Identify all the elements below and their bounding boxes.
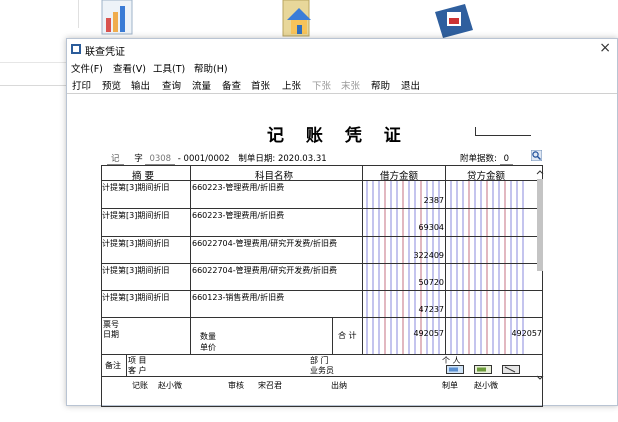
remark-label: 备注 <box>105 361 121 370</box>
entry-summary[interactable]: 计提第[3]期间折旧 <box>102 210 169 221</box>
col-account-header: 科目名称 <box>255 171 294 182</box>
query-button[interactable]: 查询 <box>162 78 181 92</box>
home-app-icon[interactable] <box>277 0 321 38</box>
col-summary-header: 摘 要 <box>132 171 155 182</box>
voucher-corner-mark <box>475 127 531 136</box>
finance-app-icon[interactable] <box>431 0 475 38</box>
col-debit-header: 借方金额 <box>380 171 419 182</box>
attachment-icon[interactable] <box>502 365 520 374</box>
window-title: 联查凭证 <box>85 47 125 58</box>
entry-summary[interactable]: 计提第[3]期间折旧 <box>102 265 169 276</box>
voucher-window: 联查凭证 × 文件(F) 查看(V) 工具(T) 帮助(H) 打印 预览 输出 … <box>66 38 618 407</box>
search-icon[interactable] <box>531 150 542 161</box>
booker-name: 赵小微 <box>158 381 182 390</box>
auditor-name: 宋召君 <box>258 381 282 390</box>
desktop-divider <box>78 0 79 28</box>
attachment-count-field[interactable]: 0 <box>499 154 513 165</box>
voucher-zi-label: 字 <box>134 154 143 164</box>
export-button[interactable]: 输出 <box>131 78 150 92</box>
prev-page-button[interactable]: 上张 <box>282 78 301 92</box>
detail-icon[interactable] <box>474 365 492 374</box>
entry-debit[interactable]: 50720 <box>364 278 444 287</box>
maker-label: 制单 <box>442 381 458 390</box>
app-window-icon <box>71 44 81 54</box>
entry-summary[interactable]: 计提第[3]期间折旧 <box>102 182 169 193</box>
entry-summary[interactable]: 计提第[3]期间折旧 <box>102 238 169 249</box>
cash-flow-button[interactable]: 流量 <box>192 78 211 92</box>
backup-button[interactable]: 备查 <box>222 78 241 92</box>
voucher-title: 记 账 凭 证 <box>267 126 409 146</box>
title-bar: 联查凭证 × <box>67 39 617 59</box>
help-button[interactable]: 帮助 <box>371 78 390 92</box>
vertical-scrollbar[interactable] <box>535 167 545 383</box>
entry-debit[interactable]: 47237 <box>364 305 444 314</box>
toolbar: 打印 预览 输出 查询 流量 备查 首张 上张 下张 末张 帮助 退出 <box>67 76 617 94</box>
menu-tools[interactable]: 工具(T) <box>153 61 185 75</box>
customer-label: 客 户 <box>128 366 147 375</box>
total-credit: 492057 <box>511 329 542 338</box>
bill-date-label: 日期 <box>103 330 119 339</box>
entry-account[interactable]: 66022704-管理费用/研究开发费/折旧费 <box>192 265 337 276</box>
exit-button[interactable]: 退出 <box>401 78 420 92</box>
entry-debit[interactable]: 322409 <box>364 251 444 260</box>
col-credit-header: 贷方金额 <box>467 171 506 182</box>
close-icon[interactable]: × <box>599 40 611 56</box>
voucher-number-field[interactable]: 0308 <box>145 154 176 165</box>
next-page-button[interactable]: 下张 <box>312 78 331 92</box>
ledger-icon[interactable] <box>446 365 464 374</box>
menu-help[interactable]: 帮助(H) <box>194 61 228 75</box>
maker-name: 赵小微 <box>474 381 498 390</box>
entry-account[interactable]: 66022704-管理费用/研究开发费/折旧费 <box>192 238 337 249</box>
voucher-type-row: 记 字 0308 - 0001/0002 制单日期: 2020.03.31 <box>107 152 327 165</box>
entry-debit[interactable]: 69304 <box>364 223 444 232</box>
cashier-label: 出纳 <box>331 381 347 390</box>
last-page-button[interactable]: 末张 <box>341 78 360 92</box>
entry-summary[interactable]: 计提第[3]期间折旧 <box>102 292 169 303</box>
auditor-label: 审核 <box>228 381 244 390</box>
menu-view[interactable]: 查看(V) <box>113 61 146 75</box>
voucher-date: 2020.03.31 <box>277 154 327 164</box>
attachment-row: 附单据数: 0 <box>460 152 513 165</box>
booker-label: 记账 <box>132 381 148 390</box>
desktop-divider <box>0 62 66 63</box>
entry-account[interactable]: 660223-管理费用/折旧费 <box>192 210 284 221</box>
total-label: 合 计 <box>338 331 357 340</box>
entry-debit[interactable]: 2387 <box>364 196 444 205</box>
menu-bar: 文件(F) 查看(V) 工具(T) 帮助(H) <box>67 59 617 75</box>
voucher-grid: 摘 要 科目名称 借方金额 贷方金额 计提第[3]期间折旧 660223-管理费… <box>101 165 543 407</box>
preview-button[interactable]: 预览 <box>102 78 121 92</box>
entry-account[interactable]: 660223-管理费用/折旧费 <box>192 182 284 193</box>
voucher-sequence: - 0001/0002 <box>177 154 230 164</box>
quantity-label: 数量 <box>200 332 216 341</box>
total-debit: 492057 <box>413 329 444 338</box>
menu-file[interactable]: 文件(F) <box>71 61 103 75</box>
print-button[interactable]: 打印 <box>72 78 91 92</box>
chart-app-icon[interactable] <box>96 0 140 38</box>
attachment-label: 附单据数: <box>460 154 497 164</box>
date-label: 制单日期: <box>238 154 276 164</box>
voucher-type-field[interactable]: 记 <box>107 154 124 165</box>
desktop-divider <box>0 85 66 86</box>
salesman-label: 业务员 <box>310 366 334 375</box>
first-page-button[interactable]: 首张 <box>251 78 270 92</box>
unit-price-label: 单价 <box>200 343 216 352</box>
entry-account[interactable]: 660123-销售费用/折旧费 <box>192 292 284 303</box>
